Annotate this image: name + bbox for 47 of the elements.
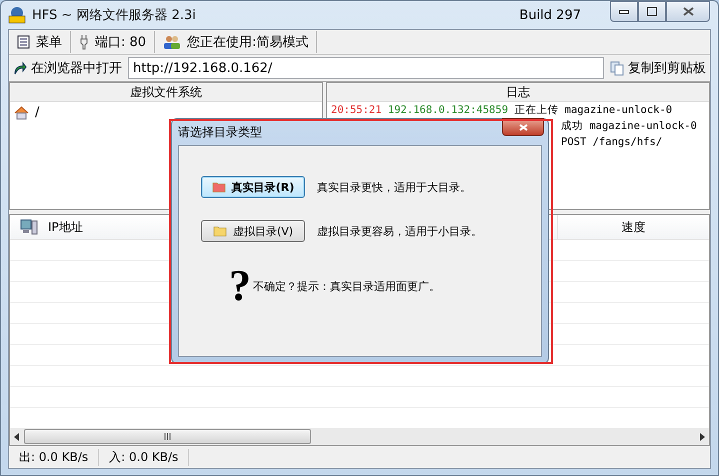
copy-icon — [610, 60, 624, 76]
arrow-icon — [13, 61, 27, 75]
toolbar-button[interactable]: 菜单 — [9, 31, 71, 53]
menu-icon — [17, 35, 30, 49]
users-icon — [163, 35, 182, 49]
horizontal-scrollbar[interactable] — [10, 428, 709, 445]
log-header: 日志 — [327, 83, 709, 102]
close-icon — [518, 124, 528, 130]
url-field[interactable]: http://192.168.0.162/ — [128, 57, 604, 79]
status-text: 入: 0.0 KB/s — [99, 448, 190, 466]
column-header[interactable]: IP地址 — [10, 215, 180, 239]
computer-icon — [20, 219, 38, 235]
toolbar-button[interactable]: 您正在使用:简易模式 — [155, 31, 318, 53]
close-button[interactable] — [666, 1, 710, 22]
window-title: HFS ~ 网络文件服务器 2.3i — [32, 7, 196, 24]
close-icon — [682, 7, 694, 16]
copy-to-clipboard-button[interactable]: 复制到剪贴板 — [608, 59, 708, 77]
hint-text: 不确定？提示：真实目录适用面更广。 — [253, 278, 440, 294]
directory-type-button[interactable]: 真实目录(R) — [201, 176, 305, 198]
log-line: 成功 magazine-unlock-0 — [561, 119, 697, 134]
option-description: 虚拟目录更容易，适用于小目录。 — [317, 224, 482, 238]
tree-item[interactable]: / — [35, 105, 40, 120]
app-logo-icon — [8, 6, 26, 24]
vfs-header: 虚拟文件系统 — [10, 83, 322, 102]
home-icon — [14, 106, 29, 120]
minimize-icon — [619, 10, 629, 14]
maximize-button[interactable] — [638, 1, 666, 22]
column-header[interactable]: 速度 — [557, 215, 709, 239]
maximize-icon — [647, 7, 657, 16]
log-line: 20:55:21 192.168.0.132:45859 正在上传 magazine-unlock-0 — [331, 103, 672, 118]
open-in-browser-button[interactable]: 在浏览器中打开 — [11, 59, 124, 77]
option-description: 真实目录更快，适用于大目录。 — [317, 180, 471, 194]
directory-type-button[interactable]: 虚拟目录(V) — [201, 220, 305, 242]
status-text: 出: 0.0 KB/s — [9, 448, 100, 466]
grip-icon — [164, 433, 171, 440]
scroll-right-icon — [699, 432, 705, 440]
toolbar-button[interactable]: 端口: 80 — [71, 31, 156, 53]
folder-icon — [212, 181, 226, 193]
minimize-button[interactable] — [610, 1, 638, 22]
folder-icon — [212, 225, 227, 237]
log-line: POST /fangs/hfs/ — [561, 135, 662, 150]
question-mark-icon: ? — [229, 264, 251, 308]
build-label: Build 297 — [519, 8, 581, 22]
plug-icon — [79, 34, 89, 50]
scroll-thumb[interactable] — [24, 429, 311, 444]
dialog-title: 请选择目录类型 — [178, 124, 262, 140]
scroll-left-icon — [14, 432, 20, 440]
